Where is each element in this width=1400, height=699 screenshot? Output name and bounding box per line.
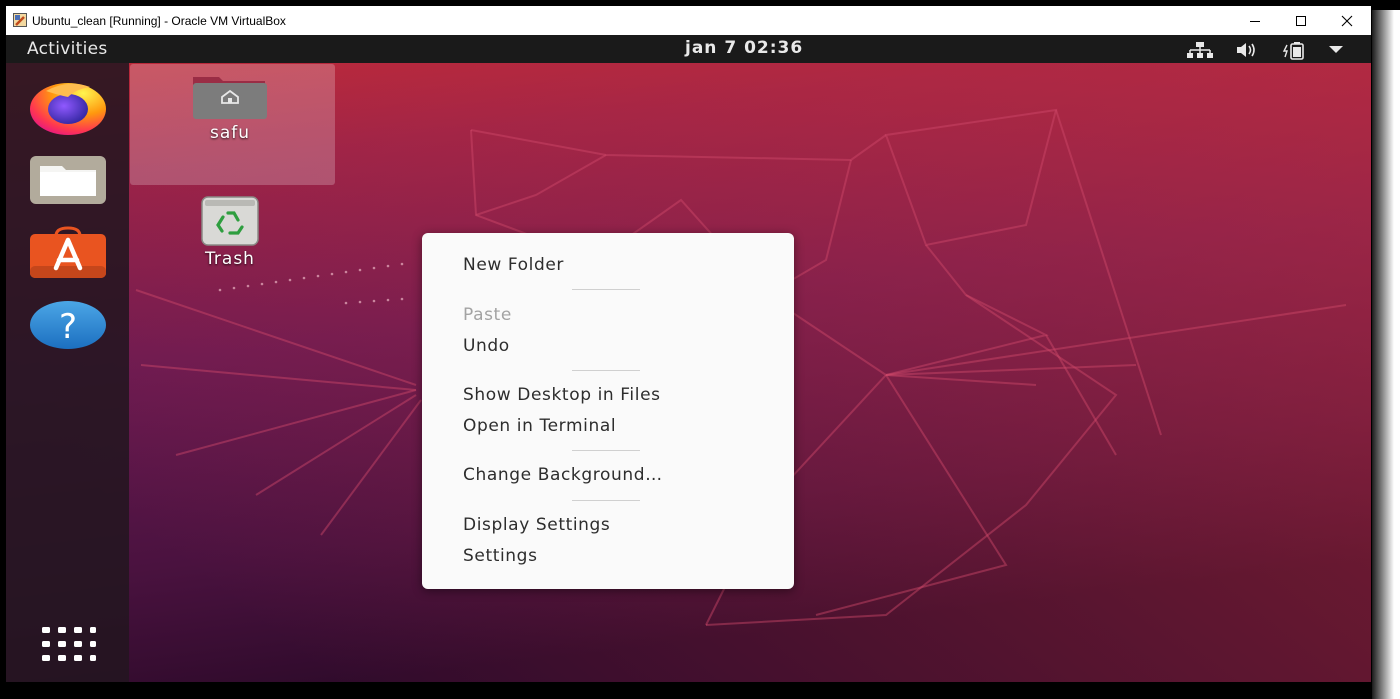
- menu-item-undo[interactable]: Undo: [463, 336, 510, 356]
- minimize-icon: [1250, 20, 1260, 22]
- desktop-icon-home[interactable]: safu: [189, 73, 271, 143]
- battery-icon[interactable]: [1282, 41, 1308, 61]
- menu-separator: [572, 450, 640, 451]
- dock: ?: [6, 63, 129, 682]
- maximize-icon: [1296, 15, 1306, 26]
- menu-separator: [572, 500, 640, 501]
- menu-item-change-background[interactable]: Change Background…: [463, 465, 663, 485]
- trash-icon: [201, 196, 259, 246]
- virtualbox-app-icon: [13, 13, 27, 27]
- window-title: Ubuntu_clean [Running] - Oracle VM Virtu…: [32, 14, 286, 28]
- menu-item-paste: Paste: [463, 305, 512, 325]
- dock-help[interactable]: ?: [26, 293, 110, 357]
- software-icon: [30, 226, 106, 278]
- menu-separator: [572, 289, 640, 290]
- menu-item-display-settings[interactable]: Display Settings: [463, 515, 610, 535]
- virtualbox-window: Ubuntu_clean [Running] - Oracle VM Virtu…: [6, 6, 1371, 682]
- dock-files[interactable]: [26, 148, 110, 212]
- dock-ubuntu-software[interactable]: [26, 221, 110, 285]
- menu-separator: [572, 370, 640, 371]
- svg-text:?: ?: [59, 307, 77, 347]
- help-icon: ?: [30, 301, 106, 349]
- network-icon[interactable]: [1186, 41, 1214, 59]
- activities-button[interactable]: Activities: [27, 39, 108, 59]
- close-icon: [1341, 15, 1353, 26]
- desktop-context-menu: New Folder Paste Undo Show Desktop in Fi…: [422, 233, 794, 589]
- maximize-button[interactable]: [1278, 6, 1324, 35]
- firefox-icon: [30, 83, 106, 135]
- volume-icon[interactable]: [1235, 41, 1261, 59]
- menu-item-open-in-terminal[interactable]: Open in Terminal: [463, 416, 616, 436]
- window-titlebar[interactable]: Ubuntu_clean [Running] - Oracle VM Virtu…: [6, 6, 1371, 35]
- desktop-icon-label: Trash: [205, 249, 255, 269]
- system-menu-arrow-icon[interactable]: [1328, 45, 1344, 55]
- menu-item-show-desktop-in-files[interactable]: Show Desktop in Files: [463, 385, 661, 405]
- vm-screen[interactable]: Activities jan 7 02:36 ? safu Trash New …: [6, 35, 1371, 682]
- menu-item-settings[interactable]: Settings: [463, 546, 538, 566]
- home-folder-icon: [193, 77, 267, 119]
- dock-firefox[interactable]: [26, 75, 110, 139]
- app-grid-icon[interactable]: [40, 625, 96, 665]
- close-button[interactable]: [1324, 6, 1370, 35]
- clock[interactable]: jan 7 02:36: [685, 38, 803, 58]
- desktop-icon-trash[interactable]: Trash: [196, 195, 264, 269]
- menu-item-new-folder[interactable]: New Folder: [463, 255, 564, 275]
- gnome-top-bar: Activities jan 7 02:36: [6, 35, 1371, 63]
- desktop-icon-label: safu: [209, 123, 251, 143]
- window-shadow: [1372, 10, 1400, 699]
- files-icon: [30, 156, 106, 204]
- minimize-button[interactable]: [1232, 6, 1278, 35]
